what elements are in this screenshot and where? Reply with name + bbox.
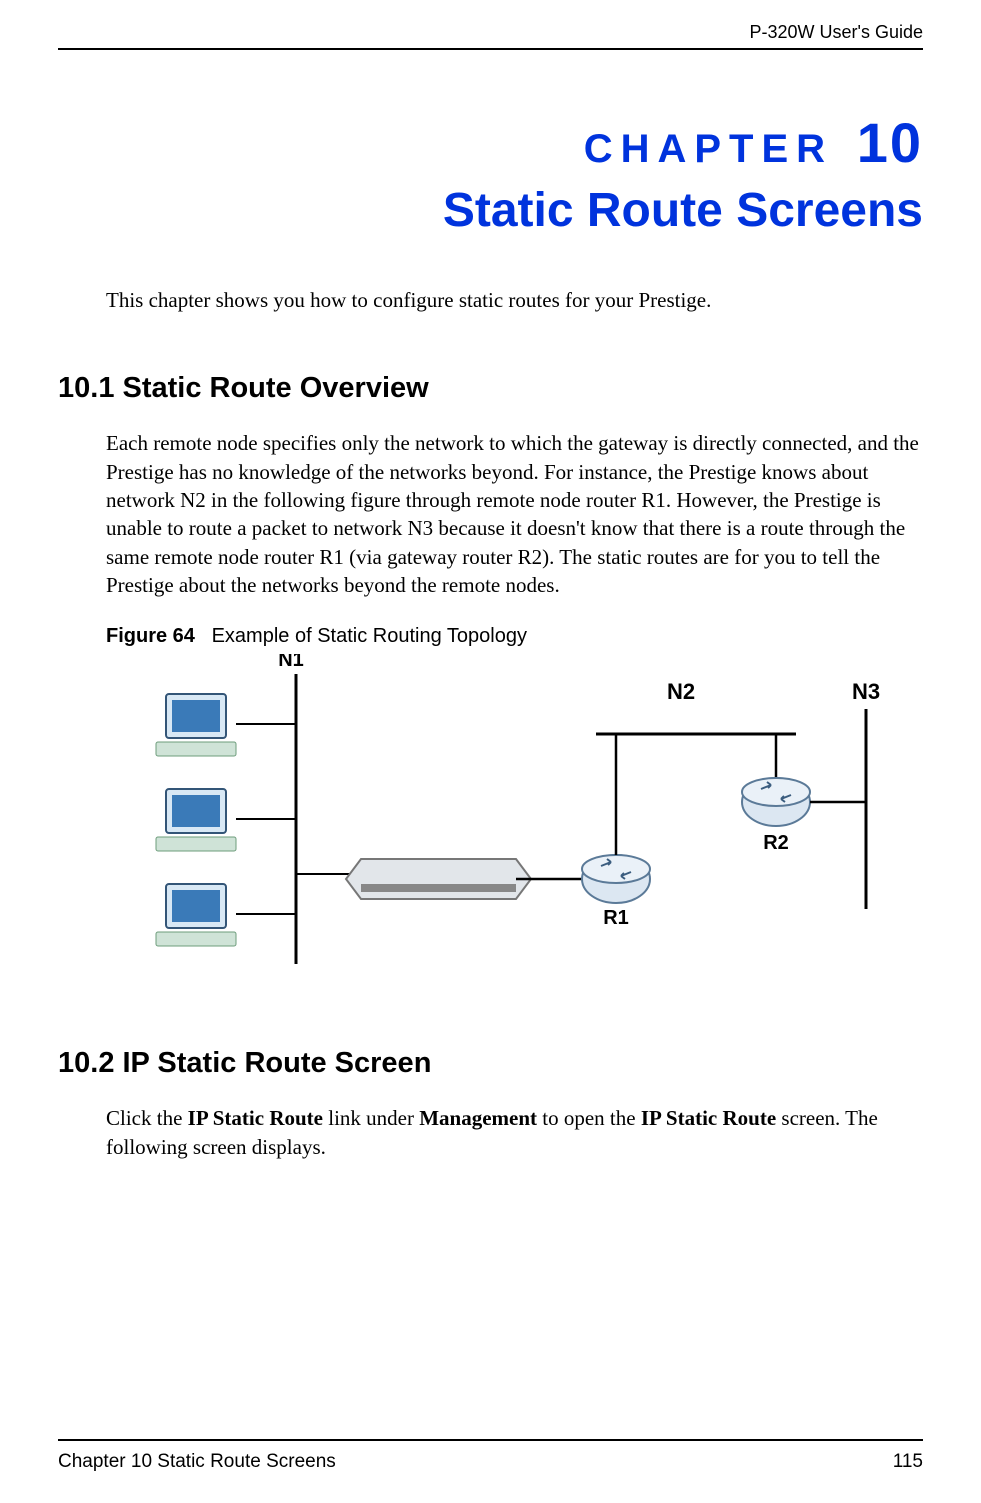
figure-label: Figure 64 <box>106 625 195 647</box>
section-10-1-body: Each remote node specifies only the netw… <box>106 429 923 599</box>
page-footer: Chapter 10 Static Route Screens 115 <box>58 1439 923 1473</box>
computer-icon <box>156 789 296 851</box>
chapter-label: CHAPTER 10 <box>58 110 923 175</box>
chapter-intro: This chapter shows you how to configure … <box>106 286 923 314</box>
management-bold: Management <box>419 1106 537 1130</box>
n3-label: N3 <box>852 679 880 704</box>
footer-page-number: 115 <box>893 1451 923 1473</box>
figure-caption: Figure 64 Example of Static Routing Topo… <box>106 625 923 648</box>
gateway-device-icon <box>296 859 531 899</box>
footer-rule <box>58 1439 923 1441</box>
figure-caption-text: Example of Static Routing Topology <box>212 625 527 647</box>
computer-icon <box>156 884 296 946</box>
header-guide-title: P-320W User's Guide <box>750 22 924 43</box>
section-10-2-body: Click the IP Static Route link under Man… <box>106 1104 923 1161</box>
r1-label: R1 <box>603 907 629 929</box>
n2-label: N2 <box>667 679 695 704</box>
section-10-2-heading: 10.2 IP Static Route Screen <box>58 1047 923 1080</box>
computer-icon <box>156 694 296 756</box>
chapter-title: Static Route Screens <box>58 183 923 238</box>
n1-label: N1 <box>278 654 304 671</box>
topology-diagram: N1 <box>106 654 886 984</box>
chapter-number: 10 <box>857 111 923 174</box>
r2-label: R2 <box>763 832 789 854</box>
footer-chapter-ref: Chapter 10 Static Route Screens <box>58 1451 336 1473</box>
router-r1-icon <box>582 855 650 903</box>
chapter-label-text: CHAPTER <box>584 127 833 171</box>
router-r2-icon <box>742 778 810 826</box>
header-rule <box>58 48 923 50</box>
ip-static-route-bold: IP Static Route <box>188 1106 323 1130</box>
section-10-1-heading: 10.1 Static Route Overview <box>58 372 923 405</box>
ip-static-route-screen-bold: IP Static Route <box>641 1106 776 1130</box>
